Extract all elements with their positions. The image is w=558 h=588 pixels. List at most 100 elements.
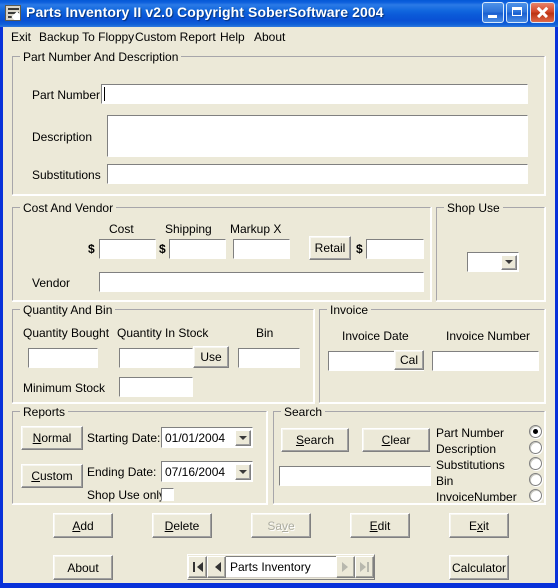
invoice-date-label: Invoice Date [342,329,409,343]
quantity-group-title: Quantity And Bin [20,303,116,317]
add-button-label: Add [72,518,94,533]
retail-input[interactable] [366,239,424,259]
quantity-in-stock-input[interactable] [119,348,193,368]
window-controls [482,2,555,23]
custom-report-label: Custom [31,469,73,483]
quantity-in-stock-label: Quantity In Stock [117,326,209,340]
window-title: Parts Inventory II v2.0 Copyright SoberS… [26,4,384,20]
record-navigator: Parts Inventory [187,554,375,580]
clear-button-label: Clear [381,433,411,447]
minimize-button[interactable] [482,2,504,23]
substitutions-label: Substitutions [32,168,101,182]
shop-use-group: Shop Use [436,201,546,302]
search-option-label-description: Description [436,442,497,456]
description-input[interactable] [107,115,528,157]
quantity-bought-label: Quantity Bought [23,326,110,340]
menu-item-backup-to-floppy[interactable]: Backup To Floppy [36,29,137,45]
part-group-title: Part Number And Description [20,50,182,64]
search-option-radio-bin[interactable] [529,473,542,486]
chevron-down-icon[interactable] [235,463,251,480]
cost-label: Cost [109,222,134,236]
vendor-label: Vendor [32,276,71,290]
quantity-bought-input[interactable] [28,348,98,368]
delete-button[interactable]: Delete [152,513,212,538]
last-record-button[interactable] [355,556,374,578]
menu-item-custom-report[interactable]: Custom Report [132,29,219,45]
add-button[interactable]: Add [53,513,113,538]
application-window: Parts Inventory II v2.0 Copyright SoberS… [0,0,558,588]
markup-label: Markup X [230,222,282,236]
retail-dollar-sign: $ [356,242,363,256]
about-button[interactable]: About [53,555,113,580]
title-bar: Parts Inventory II v2.0 Copyright SoberS… [0,0,558,27]
next-record-button[interactable] [336,556,355,578]
normal-report-button[interactable]: Normal [21,426,83,450]
cost-input[interactable] [99,239,156,259]
vendor-input[interactable] [99,272,424,292]
search-input[interactable] [279,466,431,486]
minimum-stock-input[interactable] [119,377,193,397]
use-button[interactable]: Use [193,346,229,368]
first-record-button[interactable] [188,556,207,578]
search-option-label-part-number: Part Number [436,426,505,440]
search-group: Search Search Clear Part Number Descript… [273,405,546,505]
search-option-radio-invoice-number[interactable] [529,489,542,502]
markup-input[interactable] [233,239,290,259]
cost-and-vendor-group: Cost And Vendor Cost Shipping Markup X $… [12,201,432,302]
close-button[interactable] [530,2,555,23]
about-button-label: About [67,560,99,575]
invoice-number-input[interactable] [432,351,539,371]
invoice-number-label: Invoice Number [446,329,531,343]
reports-group-title: Reports [20,405,69,419]
retail-button[interactable]: Retail [309,236,351,260]
chevron-down-icon[interactable] [235,429,251,446]
part-number-label: Part Number [32,88,101,102]
starting-date-select[interactable]: 01/01/2004 [161,427,253,448]
reports-group: Reports Normal Custom Starting Date: 01/… [12,405,268,505]
document-edit-icon [5,5,21,21]
client-area: Exit Backup To Floppy Custom Report Help… [3,27,555,583]
invoice-group: Invoice Invoice Date Invoice Number Cal [319,303,546,404]
part-number-input[interactable] [101,84,528,104]
save-button-label: Save [267,518,295,533]
menu-item-exit[interactable]: Exit [8,29,34,45]
calculator-button[interactable]: Calculator [449,555,509,580]
bin-input[interactable] [238,348,300,368]
shop-use-select[interactable] [467,252,519,272]
search-option-radio-part-number[interactable] [529,425,542,438]
shipping-input[interactable] [169,239,226,259]
save-button[interactable]: Save [251,513,311,538]
shipping-label: Shipping [165,222,212,236]
cost-group-title: Cost And Vendor [20,201,117,215]
starting-date-label: Starting Date: [87,431,161,445]
ending-date-label: Ending Date: [87,465,157,479]
search-button[interactable]: Search [281,428,349,452]
bin-label: Bin [256,326,274,340]
search-option-radio-description[interactable] [529,441,542,454]
custom-report-button[interactable]: Custom [21,464,83,488]
minimum-stock-label: Minimum Stock [23,381,106,395]
substitutions-input[interactable] [107,164,528,184]
shop-use-only-checkbox[interactable] [161,488,174,501]
shop-use-group-title: Shop Use [444,201,503,215]
delete-button-label: Delete [164,518,200,533]
calculator-button-label: Calculator [451,560,507,575]
search-option-radio-substitutions[interactable] [529,457,542,470]
shipping-dollar-sign: $ [159,242,166,256]
search-group-title: Search [281,405,326,419]
ending-date-select[interactable]: 07/16/2004 [161,461,253,482]
starting-date-value: 01/01/2004 [165,430,226,445]
chevron-down-icon[interactable] [501,254,517,270]
menu-item-about[interactable]: About [251,29,288,45]
cost-dollar-sign: $ [88,242,95,256]
edit-button-label: Edit [369,518,391,533]
edit-button[interactable]: Edit [350,513,410,538]
normal-report-label: Normal [32,431,72,445]
calendar-button[interactable]: Cal [394,350,424,370]
maximize-button[interactable] [506,2,528,23]
previous-record-button[interactable] [207,556,226,578]
description-label: Description [32,130,93,144]
exit-button[interactable]: Exit [449,513,509,538]
menu-item-help[interactable]: Help [217,29,248,45]
clear-button[interactable]: Clear [362,428,430,452]
